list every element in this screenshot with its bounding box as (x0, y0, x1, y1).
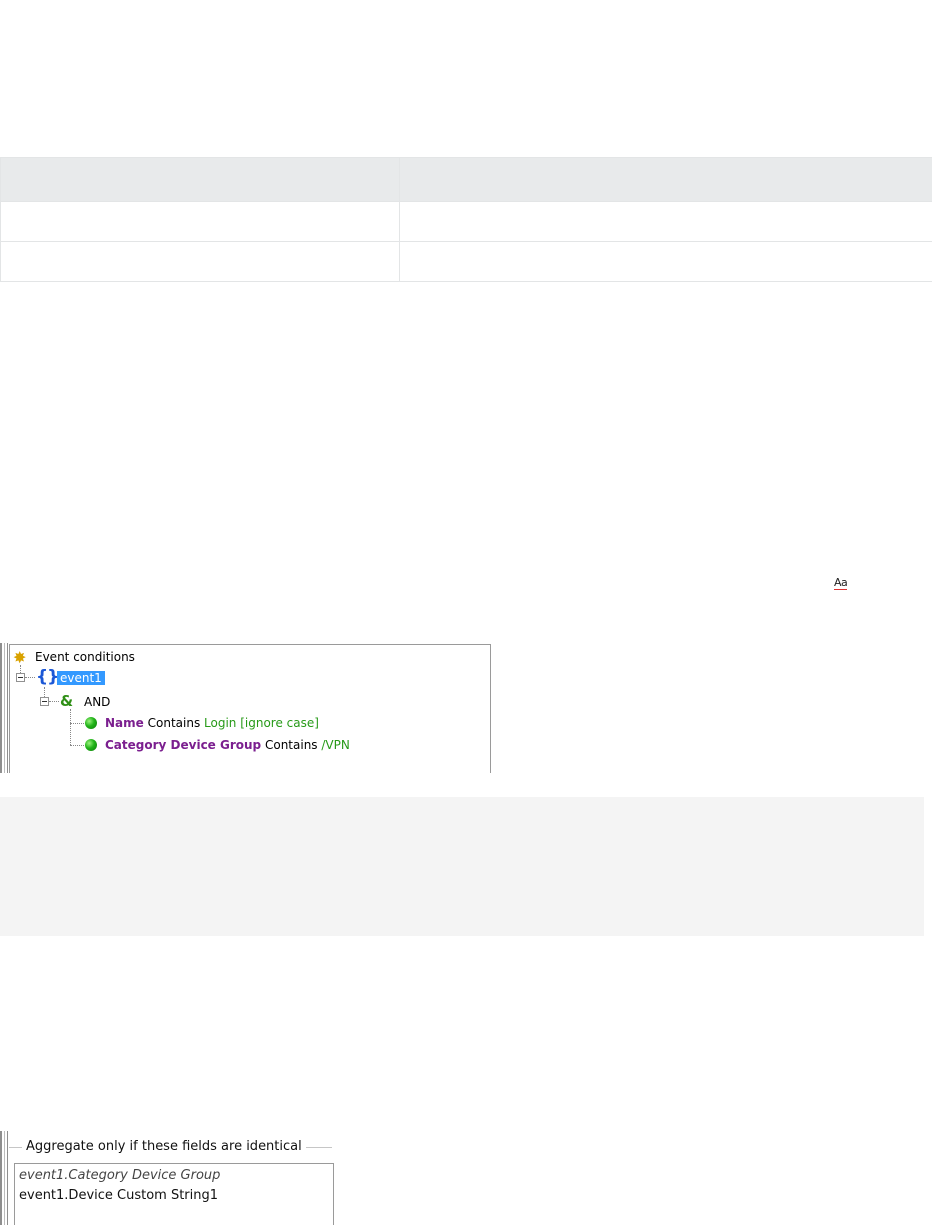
tree-connector (25, 677, 35, 678)
condition-operator: Contains (264, 738, 318, 752)
code-block (0, 797, 924, 936)
condition-value: /VPN (321, 738, 350, 752)
gear-icon: ✸ (13, 648, 27, 667)
list-item[interactable]: event1.Device Custom String1 (19, 1186, 218, 1206)
font-size-icon: Aa (834, 576, 848, 590)
condition-status-icon (85, 717, 97, 729)
condition-status-icon (85, 739, 97, 751)
and-operator-icon: & (60, 692, 74, 710)
table-row (0, 241, 932, 282)
tree-node-and[interactable]: AND (84, 693, 110, 711)
tree-connector (44, 687, 45, 697)
panel-edge (7, 1131, 8, 1225)
collapse-toggle[interactable] (40, 697, 49, 706)
list-item[interactable]: event1.Category Device Group (19, 1166, 220, 1186)
braces-icon: {} (36, 667, 59, 687)
table-header-cell (399, 157, 932, 202)
tree-connector (70, 723, 84, 724)
condition-field: Name (105, 716, 144, 730)
condition-operator: Contains (147, 716, 201, 730)
panel-edge (4, 643, 5, 773)
aggregate-panel: Aggregate only if these fields are ident… (0, 1131, 340, 1225)
data-table (0, 157, 932, 282)
panel-edge (4, 1131, 5, 1225)
table-cell (0, 201, 400, 242)
tree-connector (49, 701, 59, 702)
table-header-row (0, 157, 932, 202)
tree-condition-2[interactable]: Category Device Group Contains /VPN (105, 736, 350, 754)
tree-connector (70, 745, 84, 746)
panel-edge (7, 643, 8, 773)
aggregate-title: Aggregate only if these fields are ident… (22, 1137, 306, 1157)
tree-node-event1[interactable]: event1 (57, 669, 105, 687)
table-header-cell (0, 157, 400, 202)
condition-field: Category Device Group (105, 738, 262, 752)
panel-edge (0, 643, 2, 773)
event-label: event1 (57, 671, 105, 685)
event-conditions-panel: ✸ Event conditions {} event1 & AND Name … (0, 643, 492, 773)
collapse-toggle[interactable] (16, 673, 25, 682)
aggregate-field-list[interactable]: event1.Category Device Group event1.Devi… (14, 1163, 334, 1225)
table-cell (399, 201, 932, 242)
table-cell (0, 241, 400, 282)
panel-edge (0, 1131, 2, 1225)
tree-root-label: Event conditions (35, 650, 135, 664)
table-cell (399, 241, 932, 282)
condition-value: Login [ignore case] (204, 716, 319, 730)
font-size-icon-label: Aa (834, 576, 848, 590)
tree-condition-1[interactable]: Name Contains Login [ignore case] (105, 714, 319, 732)
table-row (0, 201, 932, 242)
tree-connector (70, 709, 71, 745)
